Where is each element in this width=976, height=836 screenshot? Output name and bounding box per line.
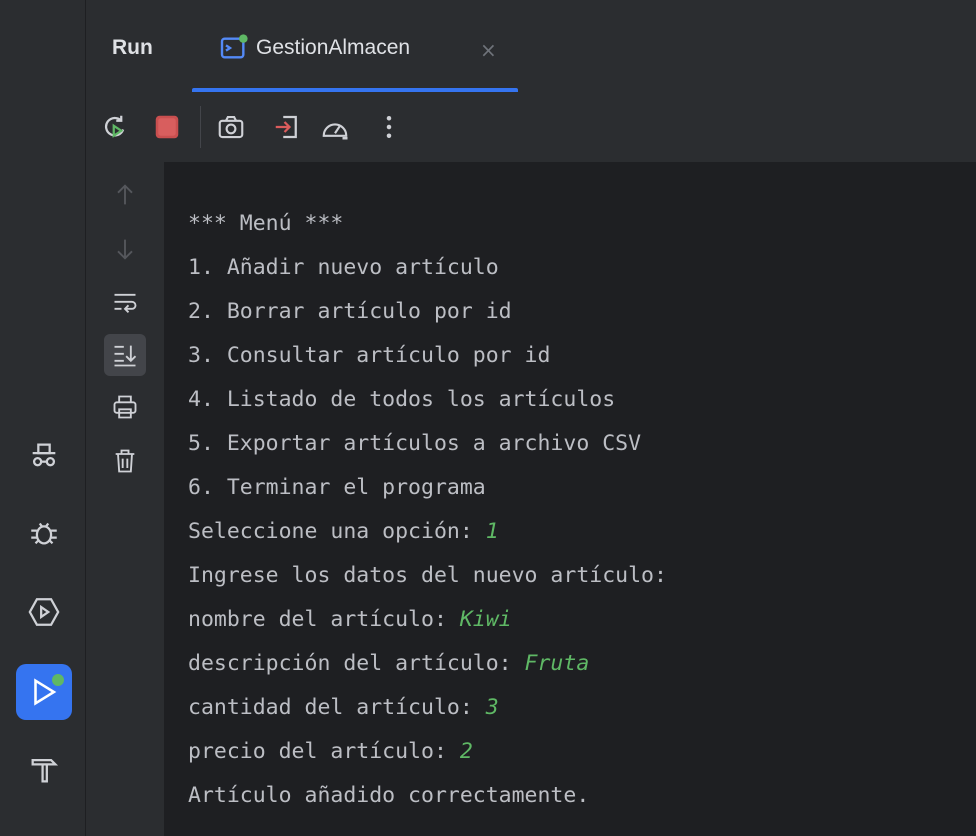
console-line: 5. Exportar artículos a archivo CSV [188,422,667,466]
clear-all-trash-icon[interactable] [104,440,146,482]
console-output-text: Artículo añadido correctamente. [188,783,590,808]
camera-icon[interactable] [214,110,248,144]
console-user-input: Fruta [524,651,590,676]
console-line: descripción del artículo: Fruta [188,642,667,686]
console-user-input: 2 [459,739,473,764]
console-output-text: nombre del artículo: [188,607,460,632]
console-line: Artículo añadido correctamente. [188,774,667,818]
console-user-input: 1 [485,519,499,544]
rerun-button[interactable] [98,110,132,144]
attach-input-icon[interactable] [270,110,304,144]
profiler-gauge-icon[interactable] [318,110,352,144]
tab-label: GestionAlmacen [256,36,411,59]
stop-button[interactable] [150,110,184,144]
scroll-to-end-icon[interactable] [104,334,146,376]
console-line: Ingrese los datos del nuevo artículo: [188,554,667,598]
run-toolbar [86,92,976,163]
run-tool-window-icon[interactable] [16,664,72,720]
console-lines: *** Menú *** 1. Añadir nuevo artículo 2. B… [188,202,667,818]
console-line: *** Menú *** [188,202,667,246]
run-window-title: Run [112,36,153,59]
console-output-text: Ingrese los datos del nuevo artículo: [188,563,667,588]
console-output-text: 5. Exportar artículos a archivo CSV [188,431,642,456]
console-output-text: 6. Terminar el programa [188,475,486,500]
console-line: cantidad del artículo: 3 [188,686,667,730]
left-tool-window-bar [0,0,86,836]
scroll-down-icon[interactable] [104,228,146,270]
console-output-text: *** Menú *** [188,211,344,236]
console-gutter [86,162,164,836]
console-line: 6. Terminar el programa [188,466,667,510]
console-output-text: descripción del artículo: [188,651,525,676]
console-output-text: 4. Listado de todos los artículos [188,387,616,412]
console-output-text: Seleccione una opción: [188,519,486,544]
console-output-text: 1. Añadir nuevo artículo [188,255,499,280]
soft-wrap-icon[interactable] [104,282,146,324]
console-line: Seleccione una opción: 1 [188,510,667,554]
console-line: 2. Borrar artículo por id [188,290,667,334]
run-anything-icon[interactable] [16,584,72,640]
scroll-up-icon[interactable] [104,174,146,216]
console-output-text: 2. Borrar artículo por id [188,299,512,324]
build-hammer-icon[interactable] [16,742,72,798]
running-indicator-dot [50,672,66,688]
services-icon[interactable] [16,428,72,484]
console-output[interactable]: *** Menú *** 1. Añadir nuevo artículo 2. B… [164,162,976,836]
console-line: 1. Añadir nuevo artículo [188,246,667,290]
console-output-text: precio del artículo: [188,739,460,764]
console-line: nombre del artículo: Kiwi [188,598,667,642]
console-user-input: 3 [485,695,499,720]
more-options-icon[interactable] [372,110,406,144]
console-line: 3. Consultar artículo por id [188,334,667,378]
debug-icon[interactable] [16,504,72,560]
console-output-text: cantidad del artículo: [188,695,486,720]
tab-gestionalmacen[interactable]: GestionAlmacen × [192,0,518,92]
run-tab-bar: Run GestionAlmacen × [86,0,976,93]
console-output-text: 3. Consultar artículo por id [188,343,551,368]
console-user-input: Kiwi [459,607,512,632]
toolbar-separator [200,106,201,148]
print-icon[interactable] [104,386,146,428]
console-line: 4. Listado de todos los artículos [188,378,667,422]
run-configuration-icon [218,32,250,64]
console-line: precio del artículo: 2 [188,730,667,774]
close-tab-icon[interactable]: × [480,38,497,62]
